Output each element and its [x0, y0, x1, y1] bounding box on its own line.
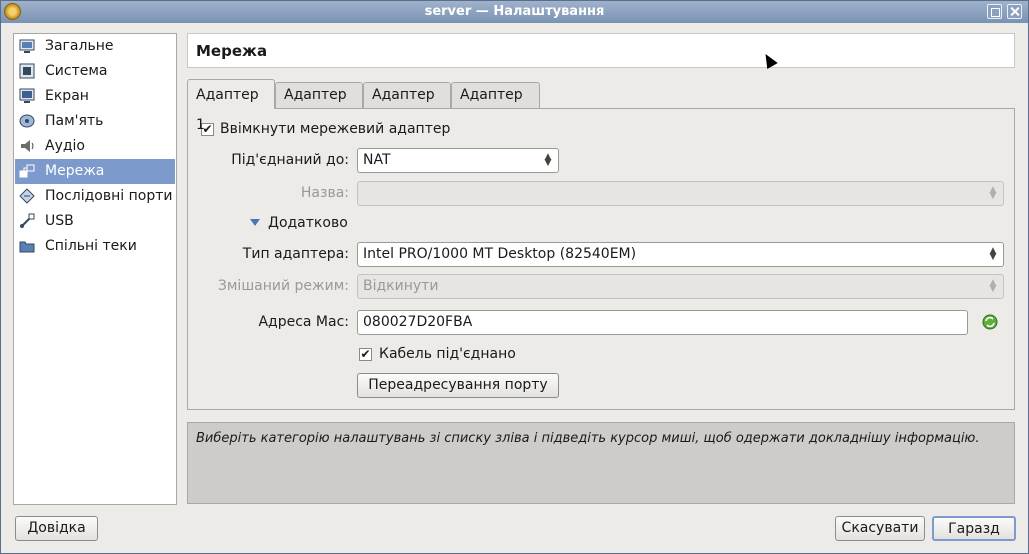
app-icon [4, 3, 21, 20]
info-panel: Виберіть категорію налаштувань зі списку… [187, 422, 1015, 504]
usb-icon [20, 213, 35, 228]
name-label: Назва: [300, 185, 349, 201]
tab-adapter-3[interactable]: Адаптер 3 [363, 82, 451, 127]
expand-arrow-icon[interactable] [250, 219, 260, 226]
sidebar-item-audio[interactable]: Аудіо [15, 134, 175, 159]
sidebar-item-storage[interactable]: Пам'ять [15, 109, 175, 134]
shared-folders-icon [19, 241, 35, 253]
tab-adapter-4[interactable]: Адаптер 4 [451, 82, 540, 127]
port-forwarding-button[interactable]: Переадресування порту [357, 373, 559, 398]
updown-arrow-icon: ▲ ▼ [989, 246, 997, 262]
cancel-button[interactable]: Скасувати [835, 516, 925, 541]
audio-icon [21, 140, 34, 152]
advanced-toggle[interactable]: Додатково [268, 215, 348, 231]
info-text: Виберіть категорію налаштувань зі списку… [196, 431, 980, 446]
sidebar-item-shared-folders[interactable]: Спільні теки [15, 234, 175, 259]
updown-arrow-icon: ▲ ▼ [989, 185, 997, 201]
sidebar-item-display[interactable]: Екран [15, 84, 175, 109]
close-icon[interactable] [1007, 4, 1022, 19]
promiscuous-mode-label: Змішаний режим: [217, 278, 349, 294]
refresh-mac-icon[interactable] [981, 313, 999, 331]
display-icon [19, 88, 35, 103]
attached-to-select[interactable]: NAT ▲ ▼ [357, 148, 559, 173]
mac-address-input[interactable]: 080027D20FBA [357, 310, 968, 335]
sidebar-item-system[interactable]: Система [15, 59, 175, 84]
sidebar-item-general[interactable]: Загальне [15, 34, 175, 59]
promiscuous-mode-select[interactable]: Відкинути ▲ ▼ [357, 274, 1004, 299]
category-list: Загальне Система Екран Пам'ять Аудіо Мер… [13, 33, 177, 505]
sidebar-item-network[interactable]: Мережа [15, 159, 175, 184]
enable-adapter-label: Ввімкнути мережевий адаптер [220, 121, 451, 137]
help-button[interactable]: Довідка [15, 516, 98, 541]
adapter-type-label: Тип адаптера: [242, 246, 349, 262]
title-bar: server — Налаштування [1, 1, 1028, 23]
page-title: Мережа [187, 33, 1015, 68]
system-icon [19, 63, 35, 79]
adapter-type-select[interactable]: Intel PRO/1000 MT Desktop (82540EM) ▲ ▼ [357, 242, 1004, 267]
sidebar-item-usb[interactable]: USB [15, 209, 175, 234]
maximize-icon[interactable] [987, 4, 1002, 19]
network-icon [19, 164, 35, 178]
ok-button[interactable]: Гаразд [932, 516, 1016, 541]
settings-window: server — Налаштування Загальне Система Е… [0, 0, 1029, 554]
serial-ports-icon [19, 188, 35, 204]
updown-arrow-icon: ▲ ▼ [989, 278, 997, 294]
window-title: server — Налаштування [424, 4, 605, 19]
tab-adapter-1[interactable]: Адаптер 1 [187, 79, 275, 133]
name-select[interactable]: ▲ ▼ [357, 181, 1004, 206]
mac-address-label: Адреса Mac: [258, 314, 349, 330]
tab-adapter-2[interactable]: Адаптер 2 [275, 82, 363, 127]
cable-connected-checkbox[interactable]: ✔ [359, 348, 372, 361]
general-icon [19, 39, 35, 53]
attached-to-label: Під'єднаний до: [231, 152, 349, 168]
storage-icon [19, 114, 35, 128]
sidebar-item-serial-ports[interactable]: Послідовні порти [15, 184, 175, 209]
updown-arrow-icon: ▲ ▼ [544, 152, 552, 168]
cable-connected-label: Кабель під'єднано [379, 346, 516, 362]
